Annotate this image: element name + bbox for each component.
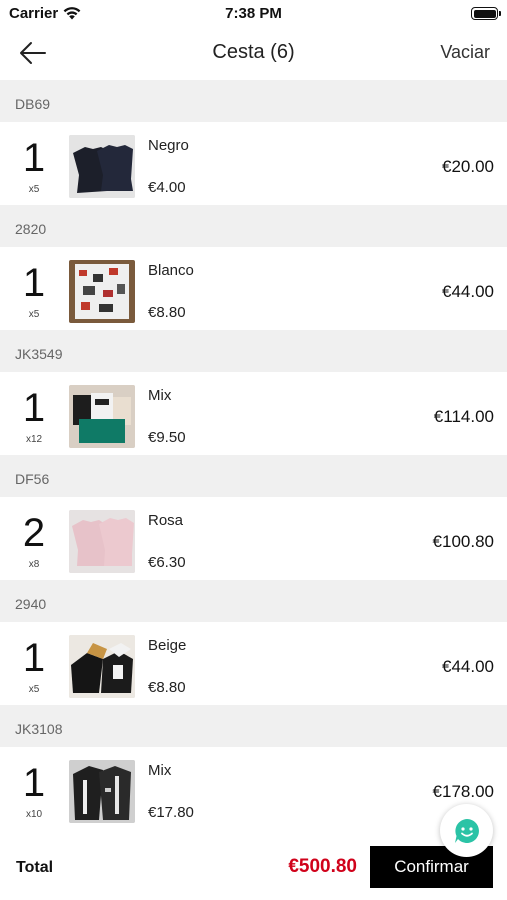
status-bar: Carrier 7:38 PM — [0, 0, 507, 28]
cart-group: JK3549 1 x12 Mix €9.50 €114.00 — [0, 330, 507, 455]
product-thumbnail — [69, 635, 135, 698]
cart-item[interactable]: 1 x5 Beige €8.80 €44.00 — [0, 622, 507, 705]
line-total: €44.00 — [442, 282, 494, 301]
clock: 7:38 PM — [225, 5, 282, 22]
cart-item[interactable]: 1 x5 Negro €4.00 €20.00 — [0, 122, 507, 205]
quantity[interactable]: 1 — [10, 261, 58, 305]
pack-multiplier: x5 — [28, 309, 40, 320]
cart-group: 2820 1 x5 Blanco €8.80 €44.00 — [0, 205, 507, 330]
product-code: 2940 — [0, 580, 507, 622]
product-thumbnail — [69, 135, 135, 198]
line-total: €20.00 — [442, 157, 494, 176]
unit-price: €6.30 — [148, 554, 186, 571]
product-thumbnail — [69, 760, 135, 823]
product-code: DB69 — [0, 80, 507, 122]
checkout-bar: Total €500.80 Confirmar — [0, 836, 507, 900]
product-code: JK3108 — [0, 705, 507, 747]
pack-multiplier: x8 — [28, 559, 40, 570]
cart-item[interactable]: 1 x10 Mix €17.80 €178.00 — [0, 747, 507, 830]
cart-group: DB69 1 x5 Negro €4.00 €20.00 — [0, 80, 507, 205]
total-label: Total — [16, 859, 54, 876]
variant-name: Mix — [148, 762, 172, 779]
line-total: €100.80 — [432, 532, 494, 551]
page-title: Cesta (6) — [212, 41, 295, 63]
unit-price: €8.80 — [148, 304, 186, 321]
quantity[interactable]: 1 — [10, 386, 58, 430]
unit-price: €4.00 — [148, 179, 186, 196]
total-amount: €500.80 — [288, 856, 357, 877]
variant-name: Blanco — [148, 262, 194, 279]
empty-cart-button[interactable]: Vaciar — [440, 42, 490, 63]
product-thumbnail — [69, 510, 135, 573]
cart-group: 2940 1 x5 Beige €8.80 €44.00 — [0, 580, 507, 705]
battery-icon — [471, 7, 501, 20]
product-code: DF56 — [0, 455, 507, 497]
unit-price: €17.80 — [148, 804, 194, 821]
cart-list: DB69 1 x5 Negro €4.00 €20.00 2820 1 x5 B… — [0, 80, 507, 830]
line-total: €44.00 — [442, 657, 494, 676]
product-code: 2820 — [0, 205, 507, 247]
cart-group: JK3108 1 x10 Mix €17.80 €178.00 — [0, 705, 507, 830]
quantity[interactable]: 1 — [10, 636, 58, 680]
variant-name: Mix — [148, 387, 172, 404]
cart-group: DF56 2 x8 Rosa €6.30 €100.80 — [0, 455, 507, 580]
pack-multiplier: x10 — [25, 809, 43, 820]
product-thumbnail — [69, 385, 135, 448]
line-total: €114.00 — [433, 407, 494, 426]
cart-item[interactable]: 1 x5 Blanco €8.80 €44.00 — [0, 247, 507, 330]
quantity[interactable]: 2 — [10, 511, 58, 555]
pack-multiplier: x5 — [28, 684, 40, 695]
line-total: €178.00 — [432, 782, 494, 801]
quantity[interactable]: 1 — [10, 761, 58, 805]
quantity[interactable]: 1 — [10, 136, 58, 180]
cart-item[interactable]: 1 x12 Mix €9.50 €114.00 — [0, 372, 507, 455]
variant-name: Rosa — [148, 512, 184, 529]
unit-price: €9.50 — [148, 429, 186, 446]
variant-name: Negro — [148, 137, 189, 154]
chat-smile-icon — [455, 819, 479, 843]
variant-name: Beige — [148, 637, 187, 654]
nav-bar: Cesta (6) Vaciar — [0, 28, 507, 80]
product-thumbnail — [69, 260, 135, 323]
product-code: JK3549 — [0, 330, 507, 372]
pack-multiplier: x5 — [28, 184, 40, 195]
pack-multiplier: x12 — [25, 434, 43, 445]
chat-button[interactable] — [440, 804, 493, 857]
cart-item[interactable]: 2 x8 Rosa €6.30 €100.80 — [0, 497, 507, 580]
unit-price: €8.80 — [148, 679, 186, 696]
